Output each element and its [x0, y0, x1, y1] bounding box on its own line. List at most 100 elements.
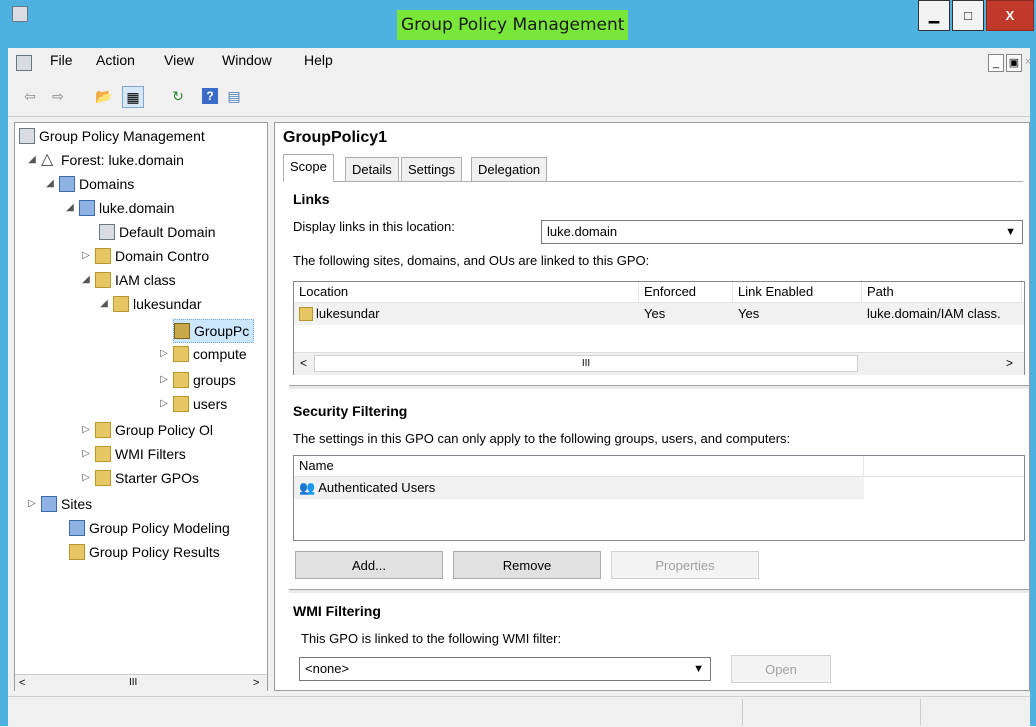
collapse-icon[interactable]: ◢: [43, 173, 57, 195]
col-location[interactable]: Location: [294, 282, 639, 302]
window-frame-right: [1030, 48, 1036, 726]
tree-node-domains[interactable]: ◢ Domains: [43, 173, 134, 195]
ou-folder-icon: [113, 296, 129, 312]
tree-node-computers[interactable]: ▷ compute: [157, 343, 247, 365]
tree-node-starter-gpos[interactable]: ▷ Starter GPOs: [79, 467, 199, 489]
col-enforced[interactable]: Enforced: [639, 282, 733, 302]
tree-node-wmi-filters[interactable]: ▷ WMI Filters: [79, 443, 186, 465]
wmi-folder-icon: [95, 446, 111, 462]
tree-node-gpo-container[interactable]: ▷ Group Policy Ol: [79, 419, 213, 441]
tree-node-modeling[interactable]: Group Policy Modeling: [69, 517, 230, 539]
wmi-heading: WMI Filtering: [293, 603, 381, 619]
mdi-minimize-button[interactable]: _: [988, 54, 1004, 72]
add-button[interactable]: Add...: [295, 551, 443, 579]
tree-node-luke-domain[interactable]: ◢ luke.domain: [63, 197, 175, 219]
tree-node-sites[interactable]: ▷ Sites: [25, 493, 92, 515]
close-button[interactable]: X: [986, 0, 1034, 31]
col-link-enabled[interactable]: Link Enabled: [733, 282, 862, 302]
security-desc: The settings in this GPO can only apply …: [293, 431, 791, 446]
tree-node-default-domain-policy[interactable]: Default Domain: [99, 221, 216, 243]
wmi-filter-dropdown[interactable]: <none> ▼: [299, 657, 711, 681]
modeling-icon: [69, 520, 85, 536]
links-location-dropdown[interactable]: luke.domain ▼: [541, 220, 1023, 244]
table-row[interactable]: 👥 Authenticated Users: [294, 477, 864, 499]
security-heading: Security Filtering: [293, 403, 408, 419]
collapse-icon[interactable]: ◢: [25, 149, 39, 171]
menu-help[interactable]: Help: [304, 52, 333, 68]
console-tree: Group Policy Management ◢ △ Forest: luke…: [14, 122, 268, 691]
expand-icon[interactable]: ▷: [157, 393, 171, 415]
col-path[interactable]: Path: [862, 282, 1022, 302]
tab-settings[interactable]: Settings: [401, 157, 462, 181]
expand-icon[interactable]: ▷: [157, 369, 171, 391]
tree-node-domain-controllers[interactable]: ▷ Domain Contro: [79, 245, 209, 267]
domain-icon: [79, 200, 95, 216]
tree-node-results[interactable]: Group Policy Results: [69, 541, 220, 563]
tree-node-groups[interactable]: ▷ groups: [157, 369, 236, 391]
show-hide-tree-icon[interactable]: ▦: [122, 86, 144, 108]
mdi-restore-button[interactable]: ▣: [1006, 54, 1022, 72]
starter-folder-icon: [95, 470, 111, 486]
window-title: Group Policy Management: [397, 10, 629, 40]
section-divider: [289, 589, 1029, 594]
remove-button[interactable]: Remove: [453, 551, 601, 579]
maximize-button[interactable]: □: [952, 0, 984, 31]
scroll-left-icon[interactable]: <: [19, 675, 25, 691]
display-links-label: Display links in this location:: [293, 219, 455, 234]
tree-node-users[interactable]: ▷ users: [157, 393, 227, 415]
details-pane: GroupPolicy1 Scope Details Settings Dele…: [274, 122, 1030, 691]
tab-delegation[interactable]: Delegation: [471, 157, 548, 181]
linked-label: The following sites, domains, and OUs ar…: [293, 253, 650, 268]
app-icon[interactable]: [12, 6, 28, 22]
open-button[interactable]: Open: [731, 655, 831, 683]
tree-node-forest[interactable]: ◢ △ Forest: luke.domain: [25, 149, 184, 171]
menu-window[interactable]: Window: [222, 52, 272, 68]
tree-node-iam-class[interactable]: ◢ IAM class: [79, 269, 176, 291]
expand-icon[interactable]: ▷: [25, 493, 39, 515]
collapse-icon[interactable]: ◢: [79, 269, 93, 291]
status-separator: [742, 699, 743, 725]
gpo-title: GroupPolicy1: [283, 129, 388, 146]
scroll-thumb[interactable]: III: [314, 355, 858, 372]
scroll-right-icon[interactable]: >: [253, 675, 259, 691]
links-horizontal-scrollbar[interactable]: < III >: [294, 352, 1024, 375]
tree-node-lukesundar[interactable]: ◢ lukesundar: [97, 293, 202, 315]
menu-action[interactable]: Action: [96, 52, 135, 68]
menu-app-icon[interactable]: [16, 55, 32, 71]
wmi-desc: This GPO is linked to the following WMI …: [301, 631, 562, 646]
up-folder-icon[interactable]: 📂: [94, 86, 114, 106]
help-icon[interactable]: ?: [202, 88, 218, 104]
refresh-icon[interactable]: ↻: [168, 86, 188, 106]
scroll-right-icon[interactable]: >: [1006, 356, 1013, 370]
expand-icon[interactable]: ▷: [79, 245, 93, 267]
expand-icon[interactable]: ▷: [79, 467, 93, 489]
collapse-icon[interactable]: ◢: [63, 197, 77, 219]
security-table: Name 👥 Authenticated Users: [293, 455, 1025, 541]
tab-details[interactable]: Details: [345, 157, 399, 181]
tree-node-root[interactable]: Group Policy Management: [19, 125, 205, 147]
tree-node-grouppolicy1-selected[interactable]: GroupPc: [173, 319, 255, 343]
chevron-down-icon: ▼: [1005, 226, 1016, 238]
collapse-icon[interactable]: ◢: [97, 293, 111, 315]
expand-icon[interactable]: ▷: [79, 419, 93, 441]
scroll-left-icon[interactable]: <: [300, 356, 307, 370]
forward-arrow-icon[interactable]: ⇨: [48, 86, 68, 106]
menu-view[interactable]: View: [164, 52, 194, 68]
ou-folder-icon: [173, 396, 189, 412]
results-icon: [69, 544, 85, 560]
status-separator: [920, 699, 921, 725]
table-row[interactable]: lukesundar Yes Yes luke.domain/IAM class…: [294, 303, 1024, 325]
col-name[interactable]: Name: [294, 456, 864, 476]
tree-horizontal-scrollbar[interactable]: < III >: [15, 674, 267, 691]
scroll-thumb[interactable]: III: [129, 675, 137, 691]
expand-icon[interactable]: ▷: [157, 343, 171, 365]
menu-file[interactable]: File: [50, 52, 73, 68]
back-arrow-icon[interactable]: ⇦: [20, 86, 40, 106]
show-action-pane-icon[interactable]: ▤: [224, 86, 244, 106]
tab-scope[interactable]: Scope: [283, 154, 334, 182]
minimize-button[interactable]: ▁: [918, 0, 950, 31]
menu-bar: [8, 48, 1030, 76]
expand-icon[interactable]: ▷: [79, 443, 93, 465]
properties-button[interactable]: Properties: [611, 551, 759, 579]
mdi-close-button[interactable]: ×: [1024, 54, 1032, 72]
